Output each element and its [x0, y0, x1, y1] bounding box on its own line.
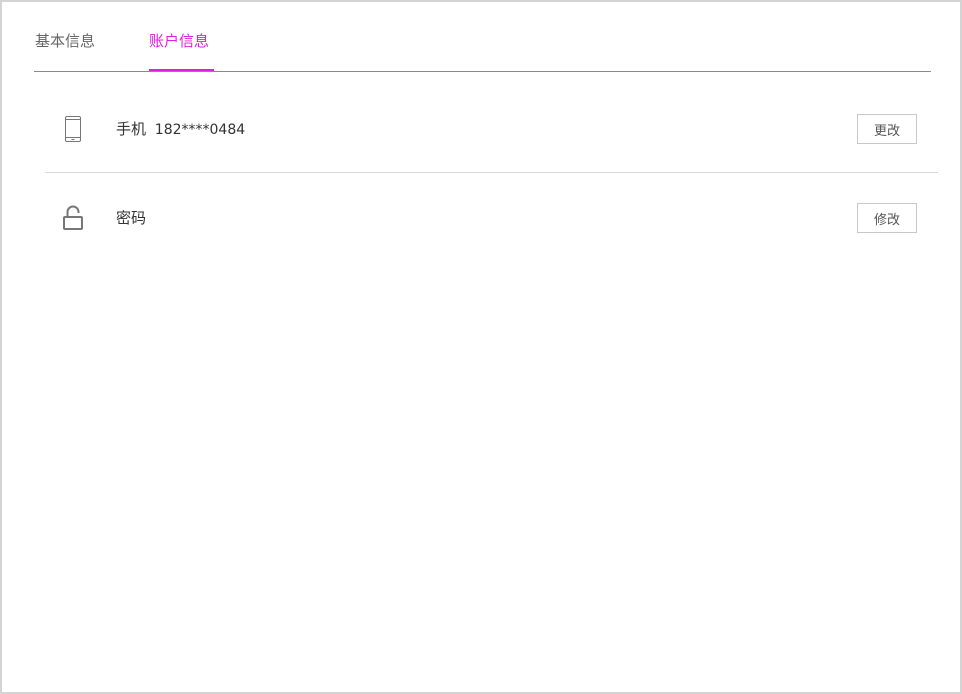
mobile-phone-icon: [61, 115, 85, 143]
tab-basic-info[interactable]: 基本信息: [35, 30, 95, 52]
account-panel: 基本信息 账户信息 手机 182****0484 更改 密码 修改: [0, 0, 962, 694]
modify-password-button[interactable]: 修改: [857, 203, 917, 233]
password-label: 密码: [116, 209, 147, 227]
phone-label: 手机 182****0484: [116, 119, 245, 140]
phone-number: 182****0484: [154, 122, 246, 138]
phone-label-text: 手机: [116, 120, 147, 138]
password-row: 密码 修改: [45, 174, 938, 262]
change-phone-button[interactable]: 更改: [857, 114, 917, 144]
tab-bar: 基本信息 账户信息: [34, 2, 931, 72]
unlocked-padlock-icon: [61, 204, 85, 232]
active-tab-indicator: [149, 69, 214, 71]
tab-account-info[interactable]: 账户信息: [149, 30, 209, 52]
phone-row: 手机 182****0484 更改: [45, 85, 938, 173]
